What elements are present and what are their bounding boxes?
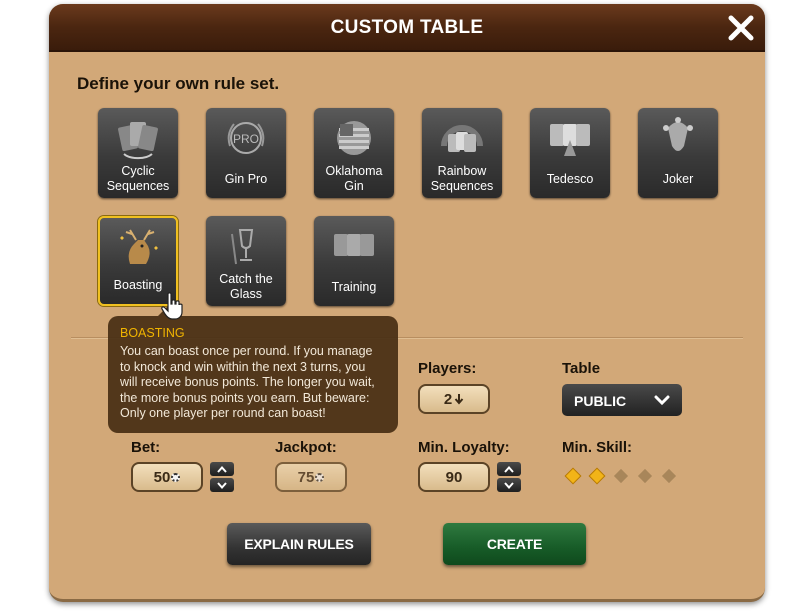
- rule-set-joker[interactable]: Joker: [638, 108, 718, 198]
- dialog-header: CUSTOM TABLE: [49, 4, 765, 52]
- min-skill-label: Min. Skill:: [562, 439, 633, 456]
- jackpot-value: 75: [297, 468, 315, 486]
- loyalty-decrease-button[interactable]: [497, 478, 521, 492]
- rule-set-rainbow-sequences[interactable]: Rainbow Sequences: [422, 108, 502, 198]
- min-loyalty-value: 90: [445, 468, 463, 486]
- close-icon: [728, 15, 754, 41]
- chip-icon: [315, 472, 325, 482]
- glass-icon: [231, 229, 254, 265]
- bet-field[interactable]: 50: [131, 462, 203, 492]
- jackpot-field: 75: [275, 462, 347, 492]
- us-flag-icon: [337, 121, 371, 155]
- rule-set-label: Training: [331, 279, 377, 294]
- bet-increase-button[interactable]: [210, 462, 234, 476]
- rule-set-gin-pro[interactable]: PRO Gin Pro: [206, 108, 286, 198]
- rule-set-tedesco[interactable]: Tedesco: [530, 108, 610, 198]
- chevron-up-icon: [504, 465, 514, 473]
- svg-text:PRO: PRO: [233, 132, 259, 146]
- rule-set-oklahoma-gin[interactable]: Oklahoma Gin: [314, 108, 394, 198]
- subtitle: Define your own rule set.: [77, 74, 280, 93]
- tooltip-body: You can boast once per round. If you man…: [120, 344, 375, 421]
- rule-set-training[interactable]: Training: [314, 216, 394, 306]
- training-cards-icon: [334, 234, 374, 256]
- chip-icon: [171, 472, 181, 482]
- rule-set-catch-the-glass[interactable]: Catch the Glass: [206, 216, 286, 306]
- chevron-down-icon: [217, 481, 227, 489]
- explain-rules-button[interactable]: EXPLAIN RULES: [227, 523, 371, 565]
- chevron-down-icon: [504, 481, 514, 489]
- bet-decrease-button[interactable]: [210, 478, 234, 492]
- aces-icon: [550, 124, 590, 156]
- chevron-up-icon: [217, 465, 227, 473]
- skill-diamond-icon[interactable]: [589, 468, 605, 484]
- players-label: Players:: [418, 360, 477, 377]
- rule-set-label: Cyclic Sequences: [106, 164, 170, 193]
- bet-label: Bet:: [131, 439, 161, 456]
- bet-stepper: [210, 462, 234, 492]
- rule-set-label: Oklahoma Gin: [325, 164, 383, 193]
- rule-set-label: Joker: [662, 171, 694, 186]
- skill-diamond-icon[interactable]: [661, 468, 677, 484]
- hand-cursor-icon: [161, 292, 183, 320]
- rainbow-cards-icon: [441, 125, 483, 152]
- rule-tooltip: BOASTING You can boast once per round. I…: [108, 316, 398, 433]
- table-label: Table: [562, 360, 601, 377]
- dropdown-arrow-icon: [454, 394, 464, 405]
- dialog-title: CUSTOM TABLE: [330, 17, 484, 38]
- skill-diamond-icon[interactable]: [565, 468, 581, 484]
- bet-value: 50: [153, 468, 171, 486]
- min-loyalty-label: Min. Loyalty:: [418, 439, 510, 456]
- loyalty-increase-button[interactable]: [497, 462, 521, 476]
- tooltip-title: BOASTING: [120, 326, 185, 340]
- cyclic-cards-icon: [118, 122, 158, 160]
- jackpot-label: Jackpot:: [275, 439, 337, 456]
- rule-set-label: Gin Pro: [224, 171, 268, 186]
- boasting-deer-icon: [120, 229, 158, 264]
- skill-diamond-icon[interactable]: [613, 468, 629, 484]
- players-value: 2: [443, 390, 453, 408]
- rule-set-label: Rainbow Sequences: [430, 164, 494, 193]
- rule-set-cyclic-sequences[interactable]: Cyclic Sequences: [98, 108, 178, 198]
- chevron-down-icon: [654, 395, 670, 406]
- custom-table-dialog: CUSTOM TABLE Define your own rule set. C…: [49, 4, 765, 602]
- table-value: PUBLIC: [574, 393, 627, 409]
- table-select[interactable]: PUBLIC: [562, 384, 682, 416]
- laurel-pro-icon: PRO: [227, 122, 265, 154]
- rule-set-label: Tedesco: [546, 171, 594, 186]
- skill-diamond-icon[interactable]: [637, 468, 653, 484]
- min-loyalty-stepper: [497, 462, 521, 492]
- players-field[interactable]: 2: [418, 384, 490, 414]
- rule-set-label: Catch the Glass: [219, 272, 273, 301]
- close-button[interactable]: [725, 12, 757, 44]
- min-loyalty-field[interactable]: 90: [418, 462, 490, 492]
- create-button[interactable]: CREATE: [443, 523, 586, 565]
- jester-icon: [663, 117, 693, 151]
